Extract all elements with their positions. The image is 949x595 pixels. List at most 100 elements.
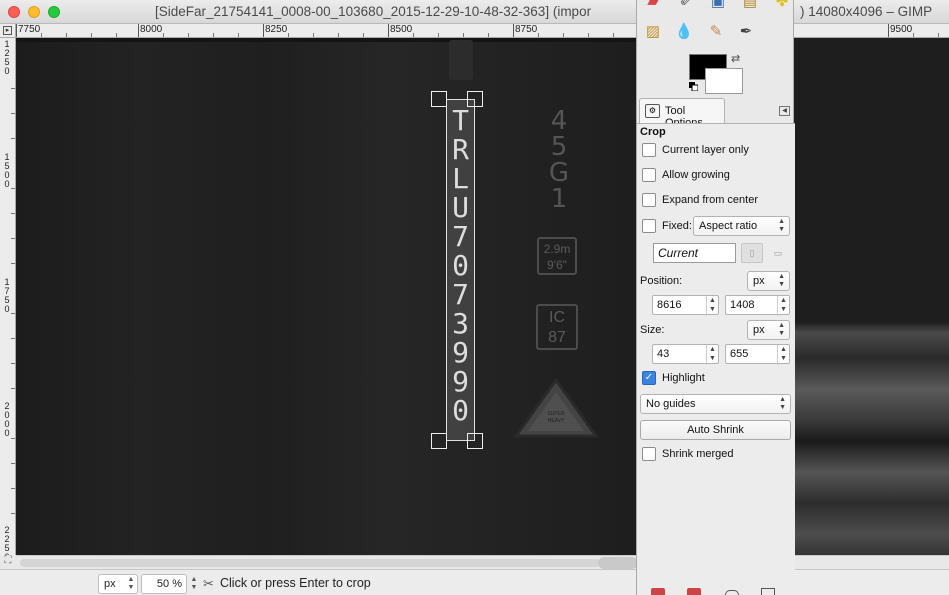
size-height-value: 655 [730,348,749,360]
smudge-icon[interactable]: ▨ [642,22,664,42]
size-width-input[interactable]: 43 ▲ ▼ [652,344,719,365]
dodge-burn-icon[interactable]: ✎ [705,22,727,42]
position-y-value: 1408 [730,299,755,311]
container-type-code: 45G1 [548,106,570,214]
fixed-checkbox[interactable] [642,219,656,233]
toolbox-panel: ▰ ✐ ▣ ▤ ✤ ▨ 💧 ✎ ✒ ⇄ ⚙ Tool Options ◀ Cro… [636,0,795,595]
expand-from-center-checkbox[interactable] [642,193,656,207]
navigate-icon[interactable]: ⛶ [0,555,16,569]
scrollbar-track [20,559,600,567]
crop-handle-bottom-right[interactable] [467,433,483,449]
allow-growing-checkbox[interactable] [642,168,656,182]
guides-select[interactable]: No guides ▲ ▼ [640,394,791,414]
horizontal-scrollbar[interactable] [16,555,949,569]
highlight-label: Highlight [662,372,705,384]
position-x-input[interactable]: 8616 ▲ ▼ [652,295,719,316]
fixed-label: Fixed: [662,220,692,232]
ruler-label: 2000 [4,401,10,438]
container-number-text: TRLU7073990 [452,104,469,427]
vertical-ruler[interactable]: 1250 1500 1750 2000 2250 [0,38,16,555]
spinner-icon[interactable]: ▲ ▼ [777,296,789,316]
highlight-checkbox[interactable]: ✓ [642,371,656,385]
tab-menu-icon[interactable]: ◀ [779,106,790,116]
reset-options-icon[interactable] [761,588,775,595]
crop-handle-bottom-left[interactable] [431,433,447,449]
warning-label-top: SUPER [547,411,565,417]
ruler-tick [388,24,389,37]
tool-row: ▨ 💧 ✎ ✒ [637,22,795,50]
delete-options-icon[interactable] [725,590,739,595]
blur-icon[interactable]: 💧 [673,22,695,42]
expand-from-center-label: Expand from center [662,194,758,206]
ruler-tick [513,24,514,37]
menu-arrow-icon: ▸ [3,26,12,35]
ruler-label: 1750 [4,277,10,314]
height-badge: 2.9m 9'6" [537,237,577,275]
ruler-label: 8000 [140,24,163,35]
swap-colors-icon[interactable]: ⇄ [731,52,740,65]
spinner-icon[interactable]: ▲ ▼ [706,296,718,316]
ic-badge-bottom: 87 [548,329,566,346]
select-arrows-icon: ▲ ▼ [779,396,786,411]
position-x-value: 8616 [657,299,682,311]
crop-handle-top-left[interactable] [431,91,447,107]
size-width-value: 43 [657,348,670,360]
unit-select[interactable]: px ▲ ▼ [98,574,138,594]
landscape-button[interactable]: ▭ [767,243,789,263]
ruler-tick [263,24,264,37]
scrollbar-thumb[interactable] [598,557,638,569]
ruler-tick [888,24,889,37]
shrink-merged-checkbox[interactable] [642,447,656,461]
image-canvas-right-area[interactable] [794,38,949,555]
ruler-corner-menu-button[interactable]: ▸ [0,24,16,38]
zoom-arrows-icon[interactable]: ▲ ▼ [189,576,199,594]
eraser-icon[interactable]: ▰ [642,0,664,12]
clone-icon[interactable]: ▣ [707,0,729,12]
size-height-input[interactable]: 655 ▲ ▼ [725,344,790,365]
minimize-window-button[interactable] [28,6,40,18]
status-bar: px ▲ ▼ 50 % ▲ ▼ ✂ Click or press Enter to … [0,569,949,595]
height-badge-metric: 2.9m [543,242,571,256]
crop-handle-top-right[interactable] [467,91,483,107]
horizontal-ruler[interactable]: 7750 8000 8250 8500 8750 9500 [16,24,949,38]
tab-tool-options[interactable]: ⚙ Tool Options [639,98,725,129]
height-badge-imperial: 9'6" [547,258,567,272]
position-y-input[interactable]: 1408 ▲ ▼ [725,295,790,316]
ruler-tick [138,24,139,37]
auto-shrink-button[interactable]: Auto Shrink [640,420,791,440]
title-bar: [SideFar_21754141_0008-00_103680_2015-12… [0,0,949,24]
ruler-label: 8500 [390,24,413,35]
unit-select-value: px [104,578,116,590]
background-color-swatch[interactable] [705,68,743,94]
airbrush-icon[interactable]: ✐ [675,0,697,12]
guides-value: No guides [646,398,696,410]
perspective-clone-icon[interactable]: ✤ [771,0,793,12]
ruler-label: 2250 [4,525,10,556]
aspect-preset-input[interactable]: Current [653,243,736,263]
tool-row: ▰ ✐ ▣ ▤ ✤ [637,0,795,20]
spinner-icon[interactable]: ▲ ▼ [777,345,789,365]
window-title-suffix: ) 14080x4096 – GIMP [800,4,933,19]
fixed-mode-value: Aspect ratio [699,220,758,232]
zoom-field[interactable]: 50 % [141,574,187,594]
portrait-button[interactable]: ▯ [741,243,763,263]
heal-icon[interactable]: ▤ [739,0,761,12]
restore-options-icon[interactable] [687,588,701,595]
current-layer-only-checkbox[interactable] [642,143,656,157]
ruler-label: 7750 [18,24,41,35]
size-unit-select[interactable]: px ▲ ▼ [747,320,790,340]
ic-badge: IC 87 [536,304,578,350]
spinner-icon[interactable]: ▲ ▼ [706,345,718,365]
crop-tool-icon: ✂ [203,576,214,591]
fixed-mode-select[interactable]: Aspect ratio ▲ ▼ [693,216,790,236]
ink-icon[interactable]: ✒ [735,22,757,42]
close-window-button[interactable] [8,6,20,18]
image-canvas[interactable]: TRLU7073990 45G1 2.9m 9'6" IC 87 SUPER H… [16,38,636,555]
save-options-icon[interactable] [651,588,665,595]
maximize-window-button[interactable] [48,6,60,18]
default-colors-icon[interactable] [689,82,698,91]
warning-label-bottom: HEAVY [548,418,565,424]
window-title: [SideFar_21754141_0008-00_103680_2015-12… [155,4,592,19]
position-unit-select[interactable]: px ▲ ▼ [747,271,790,291]
status-message: Click or press Enter to crop [220,576,371,590]
